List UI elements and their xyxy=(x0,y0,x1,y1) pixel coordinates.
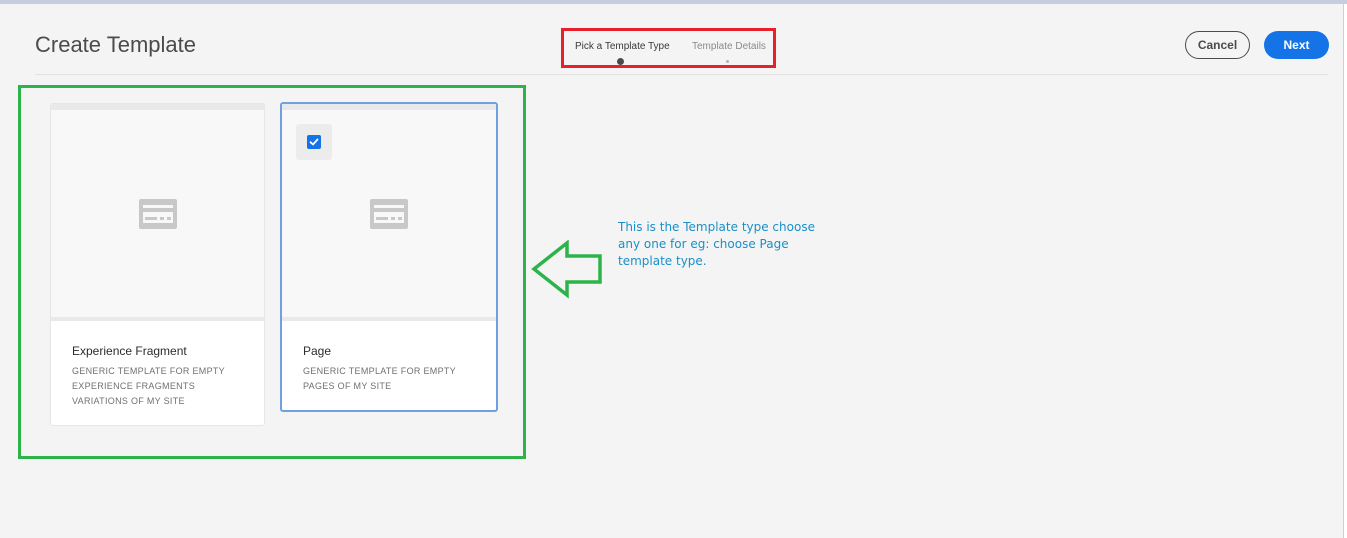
page-title: Create Template xyxy=(35,32,197,57)
template-icon xyxy=(370,198,408,229)
template-card-experience-fragment[interactable]: Experience Fragment GENERIC TEMPLATE FOR… xyxy=(50,103,265,426)
annotation-note: This is the Template type choose any one… xyxy=(618,220,815,268)
checkmark-icon xyxy=(309,138,319,146)
card-thumbnail xyxy=(51,104,264,321)
card-description: GENERIC TEMPLATE FOR EMPTY PAGES OF MY S… xyxy=(303,366,456,391)
left-arrow-icon xyxy=(531,240,602,299)
card-title: Experience Fragment xyxy=(72,344,187,358)
cancel-button[interactable]: Cancel xyxy=(1185,31,1250,59)
card-title: Page xyxy=(303,344,332,358)
next-button[interactable]: Next xyxy=(1264,31,1329,59)
checkbox-checked[interactable] xyxy=(307,135,321,149)
top-border xyxy=(0,0,1347,4)
template-card-page[interactable]: Page GENERIC TEMPLATE FOR EMPTY PAGES OF… xyxy=(280,102,498,412)
wizard-steps: Pick a Template Type Template Details xyxy=(561,28,776,68)
card-thumbnail xyxy=(282,104,496,321)
vertical-scrollbar[interactable] xyxy=(1343,4,1347,538)
card-description: GENERIC TEMPLATE FOR EMPTY EXPERIENCE FR… xyxy=(72,366,225,406)
wizard-highlight-box xyxy=(561,28,776,68)
selection-checkbox-container[interactable] xyxy=(296,124,332,160)
template-icon xyxy=(138,198,177,229)
header-divider xyxy=(35,74,1328,75)
